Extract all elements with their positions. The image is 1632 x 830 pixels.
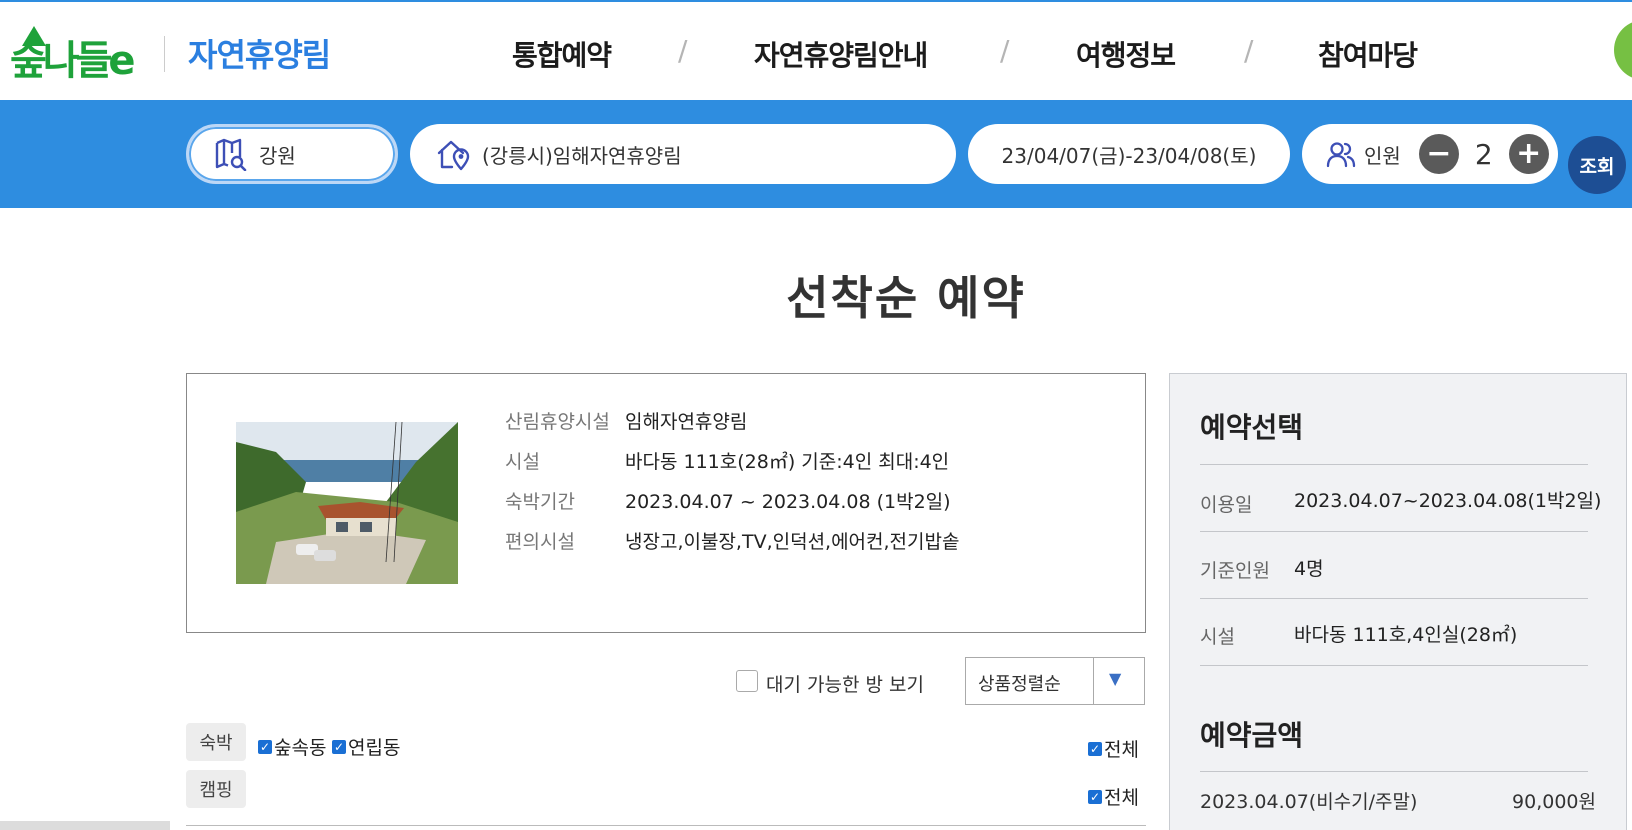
info-label: 편의시설 — [505, 531, 575, 553]
lodging-tag: 숙박 — [186, 723, 246, 761]
date-range-select[interactable]: 23/04/07(금)-23/04/08(토) — [968, 124, 1290, 184]
info-row-stay-period: 숙박기간 2023.04.07 ~ 2023.04.08 (1박2일) — [505, 487, 951, 514]
facility-info-card: 산림휴양시설 임해자연휴양림 시설 바다동 111호(28㎡) 기준:4인 최대… — [186, 373, 1146, 633]
info-value: 바다동 111호(28㎡) 기준:4인 최대:4인 — [625, 451, 950, 473]
site-header: 숲나들e 자연휴양림 통합예약 / 자연휴양림안내 / 여행정보 / 참여마당 — [0, 2, 1632, 100]
main-nav: 통합예약 / 자연휴양림안내 / 여행정보 / 참여마당 — [0, 34, 1632, 74]
checkbox-checked-icon[interactable]: ✓ — [1088, 789, 1102, 804]
info-row-amenities: 편의시설 냉장고,이불장,TV,인덕션,에어컨,전기밥솥 — [505, 527, 959, 554]
reservation-side-panel: 예약선택 이용일 2023.04.07~2023.04.08(1박2일) 기준인… — [1169, 373, 1627, 830]
lodging-all-checkbox[interactable]: ✓ 전체 — [1088, 735, 1139, 762]
info-value: 냉장고,이불장,TV,인덕션,에어컨,전기밥솥 — [625, 531, 960, 553]
region-value: 강원 — [259, 143, 296, 168]
side-value: 바다동 111호,4인실(28㎡) — [1294, 624, 1518, 646]
checkbox-checked-icon[interactable]: ✓ — [332, 739, 346, 754]
info-label: 산림휴양시설 — [505, 411, 610, 433]
info-value: 2023.04.07 ~ 2023.04.08 (1박2일) — [625, 491, 951, 513]
side-divider — [1200, 531, 1588, 532]
checkbox-checked-icon[interactable]: ✓ — [1088, 741, 1102, 756]
lodging-all-label: 전체 — [1104, 739, 1139, 761]
facility-photo — [236, 422, 458, 584]
map-search-icon — [213, 137, 247, 171]
nav-participation[interactable]: 참여마당 — [1318, 34, 1418, 74]
forest-select[interactable]: (강릉시)임해자연휴양림 — [410, 124, 956, 184]
people-minus-button[interactable]: − — [1418, 134, 1459, 174]
forest-value: (강릉시)임해자연휴양림 — [482, 143, 682, 168]
region-select[interactable]: 강원 — [186, 124, 398, 184]
camping-all-checkbox[interactable]: ✓ 전체 — [1088, 783, 1139, 810]
side-row-use-date: 이용일 2023.04.07~2023.04.08(1박2일) — [1200, 486, 1601, 517]
camping-all-label: 전체 — [1104, 787, 1139, 809]
price-row: 2023.04.07(비수기/주말) 90,000원 — [1200, 787, 1596, 814]
side-divider — [1200, 464, 1588, 465]
side-row-base-people: 기준인원 4명 — [1200, 554, 1324, 583]
camping-tag: 캠핑 — [186, 770, 246, 808]
nav-separator: / — [1244, 34, 1254, 67]
side-divider — [1200, 771, 1588, 772]
page-title: 선착순 예약 — [786, 271, 1026, 325]
chevron-down-icon: ▼ — [1109, 669, 1122, 688]
people-plus-button[interactable]: + — [1508, 134, 1549, 174]
people-count: 2 — [1474, 137, 1493, 171]
waiting-label[interactable]: 대기 가능한 방 보기 — [766, 670, 924, 697]
waiting-checkbox[interactable] — [736, 670, 758, 692]
list-top-divider — [186, 825, 1146, 826]
side-value: 4명 — [1294, 558, 1324, 580]
price-label: 2023.04.07(비수기/주말) — [1200, 791, 1418, 813]
lodging-option-forest[interactable]: ✓ 숲속동 — [258, 733, 326, 760]
nav-travel-info[interactable]: 여행정보 — [1076, 34, 1176, 74]
info-label: 시설 — [505, 451, 540, 473]
nav-integrated-reservation[interactable]: 통합예약 — [512, 34, 612, 74]
search-bar: 강원 (강릉시)임해자연휴양림 23/04/07(금)-23/04/08(토) … — [0, 100, 1632, 208]
scroll-indicator — [0, 821, 170, 830]
people-icon — [1326, 140, 1356, 168]
price-value: 90,000원 — [1512, 791, 1596, 813]
home-location-icon — [436, 137, 472, 171]
info-row-room: 시설 바다동 111호(28㎡) 기준:4인 최대:4인 — [505, 447, 949, 474]
nav-separator: / — [678, 34, 688, 67]
info-row-facility: 산림휴양시설 임해자연휴양림 — [505, 407, 747, 434]
nav-separator: / — [1000, 34, 1010, 67]
selection-title: 예약선택 — [1200, 411, 1304, 444]
side-label: 기준인원 — [1200, 560, 1270, 582]
side-divider — [1200, 598, 1588, 599]
sort-select[interactable]: 상품정렬순 ▼ — [965, 657, 1145, 705]
side-label: 시설 — [1200, 626, 1235, 648]
sort-select-value: 상품정렬순 — [978, 674, 1061, 695]
checkbox-checked-icon[interactable]: ✓ — [258, 739, 272, 754]
nav-forest-guide[interactable]: 자연휴양림안내 — [754, 34, 928, 74]
side-value: 2023.04.07~2023.04.08(1박2일) — [1294, 490, 1602, 512]
amount-title: 예약금액 — [1200, 719, 1304, 752]
people-selector: 인원 − 2 + — [1302, 124, 1558, 184]
lodging-option-row-house[interactable]: ✓ 연립동 — [332, 733, 400, 760]
search-button[interactable]: 조회 — [1568, 136, 1626, 194]
side-row-facility: 시설 바다동 111호,4인실(28㎡) — [1200, 620, 1517, 649]
info-label: 숙박기간 — [505, 491, 575, 513]
lodging-option-label: 연립동 — [348, 737, 401, 759]
side-label: 이용일 — [1200, 494, 1253, 516]
sort-select-divider — [1093, 658, 1094, 704]
lodging-option-label: 숲속동 — [274, 737, 327, 759]
date-range-value: 23/04/07(금)-23/04/08(토) — [1001, 143, 1257, 168]
side-divider — [1200, 665, 1588, 666]
info-value: 임해자연휴양림 — [625, 411, 748, 433]
people-label: 인원 — [1364, 143, 1401, 168]
